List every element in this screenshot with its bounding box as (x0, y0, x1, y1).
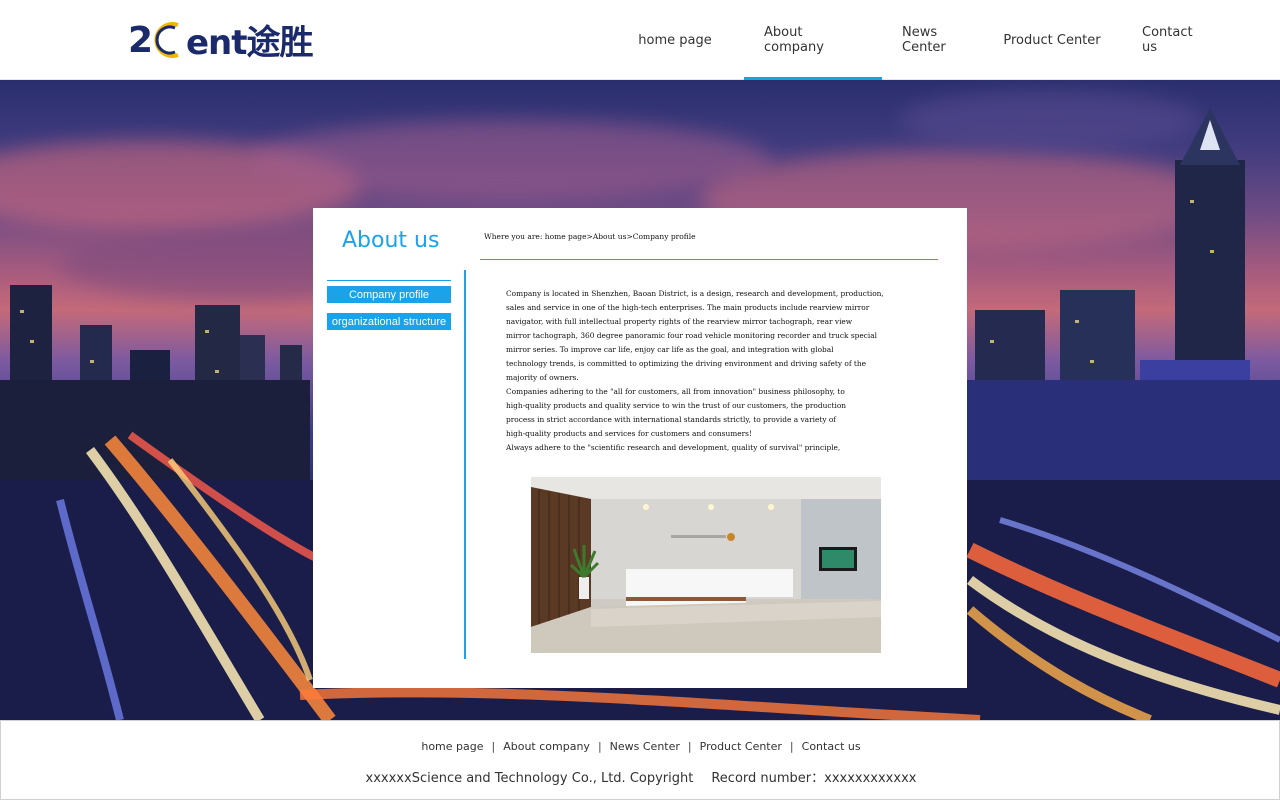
side-menu-organizational-structure[interactable]: organizational structure (327, 313, 451, 330)
lobby-illustration (531, 477, 881, 653)
main-nav: home page About company News Center Prod… (606, 0, 1220, 80)
side-menu-divider (327, 280, 451, 281)
profile-text-line: mirror tachograph, 360 degree panoramic … (506, 331, 878, 340)
svg-text:2: 2 (128, 20, 153, 61)
nav-product-center[interactable]: Product Center (982, 0, 1122, 80)
profile-text-line: sales and service in one of the high-tec… (506, 303, 870, 312)
footer-separator: | (789, 740, 794, 753)
company-profile-text: Company is located in Shenzhen, Baoan Di… (506, 287, 926, 455)
footer-link-home-page[interactable]: home page (421, 740, 483, 753)
nav-about-company[interactable]: About company (744, 0, 882, 80)
site-header: 2 ent途胜 home page About company News Cen… (0, 0, 1280, 80)
profile-text-line: Company is located in Shenzhen, Baoan Di… (506, 289, 884, 298)
side-menu-company-profile[interactable]: Company profile (327, 286, 451, 303)
profile-text-line: navigator, with full intellectual proper… (506, 317, 853, 326)
footer-link-news-center[interactable]: News Center (610, 740, 680, 753)
site-logo[interactable]: 2 ent途胜 (128, 16, 314, 63)
profile-text-line: mirror series. To improve car life, enjo… (506, 345, 834, 354)
profile-text-line: process in strict accordance with intern… (506, 415, 837, 424)
footer-nav: home page | About company | News Center | Prod… (1, 740, 1280, 753)
page-title: About us (342, 228, 440, 253)
nav-contact-us[interactable]: Contact us (1122, 0, 1220, 80)
breadcrumb-divider (480, 259, 938, 260)
footer-separator: | (491, 740, 496, 753)
footer-link-contact-us[interactable]: Contact us (802, 740, 861, 753)
footer-copyright: xxxxxxScience and Technology Co., Ltd. C… (1, 767, 1280, 786)
site-footer: home page | About company | News Center | Prod… (0, 720, 1280, 800)
profile-text-line: Companies adhering to the "all for custo… (506, 387, 845, 396)
profile-text-line: high-quality products and quality servic… (506, 401, 847, 410)
profile-text-line: majority of owners. (506, 373, 579, 382)
record-number: Record number：xxxxxxxxxxxx (711, 771, 917, 786)
breadcrumb: Where you are: home page>About us>Compan… (484, 232, 696, 241)
footer-separator: | (597, 740, 602, 753)
profile-text-line: Always adhere to the "scientific researc… (506, 443, 841, 452)
nav-home-page[interactable]: home page (606, 0, 744, 80)
about-us-card: About us Company profile organizational … (313, 208, 967, 688)
vertical-divider (464, 270, 466, 659)
nav-news-center[interactable]: News Center (882, 0, 982, 80)
profile-text-line: technology trends, is committed to optim… (506, 359, 867, 368)
logo-wordmark: ent途胜 (186, 22, 314, 63)
footer-link-product-center[interactable]: Product Center (700, 740, 782, 753)
copyright-text: xxxxxxScience and Technology Co., Ltd. C… (365, 771, 694, 786)
footer-separator: | (687, 740, 692, 753)
logo-2c-icon: 2 (128, 20, 179, 61)
company-lobby-photo (531, 477, 881, 653)
profile-text-line: high-quality products and services for c… (506, 429, 752, 438)
footer-link-about-company[interactable]: About company (503, 740, 590, 753)
